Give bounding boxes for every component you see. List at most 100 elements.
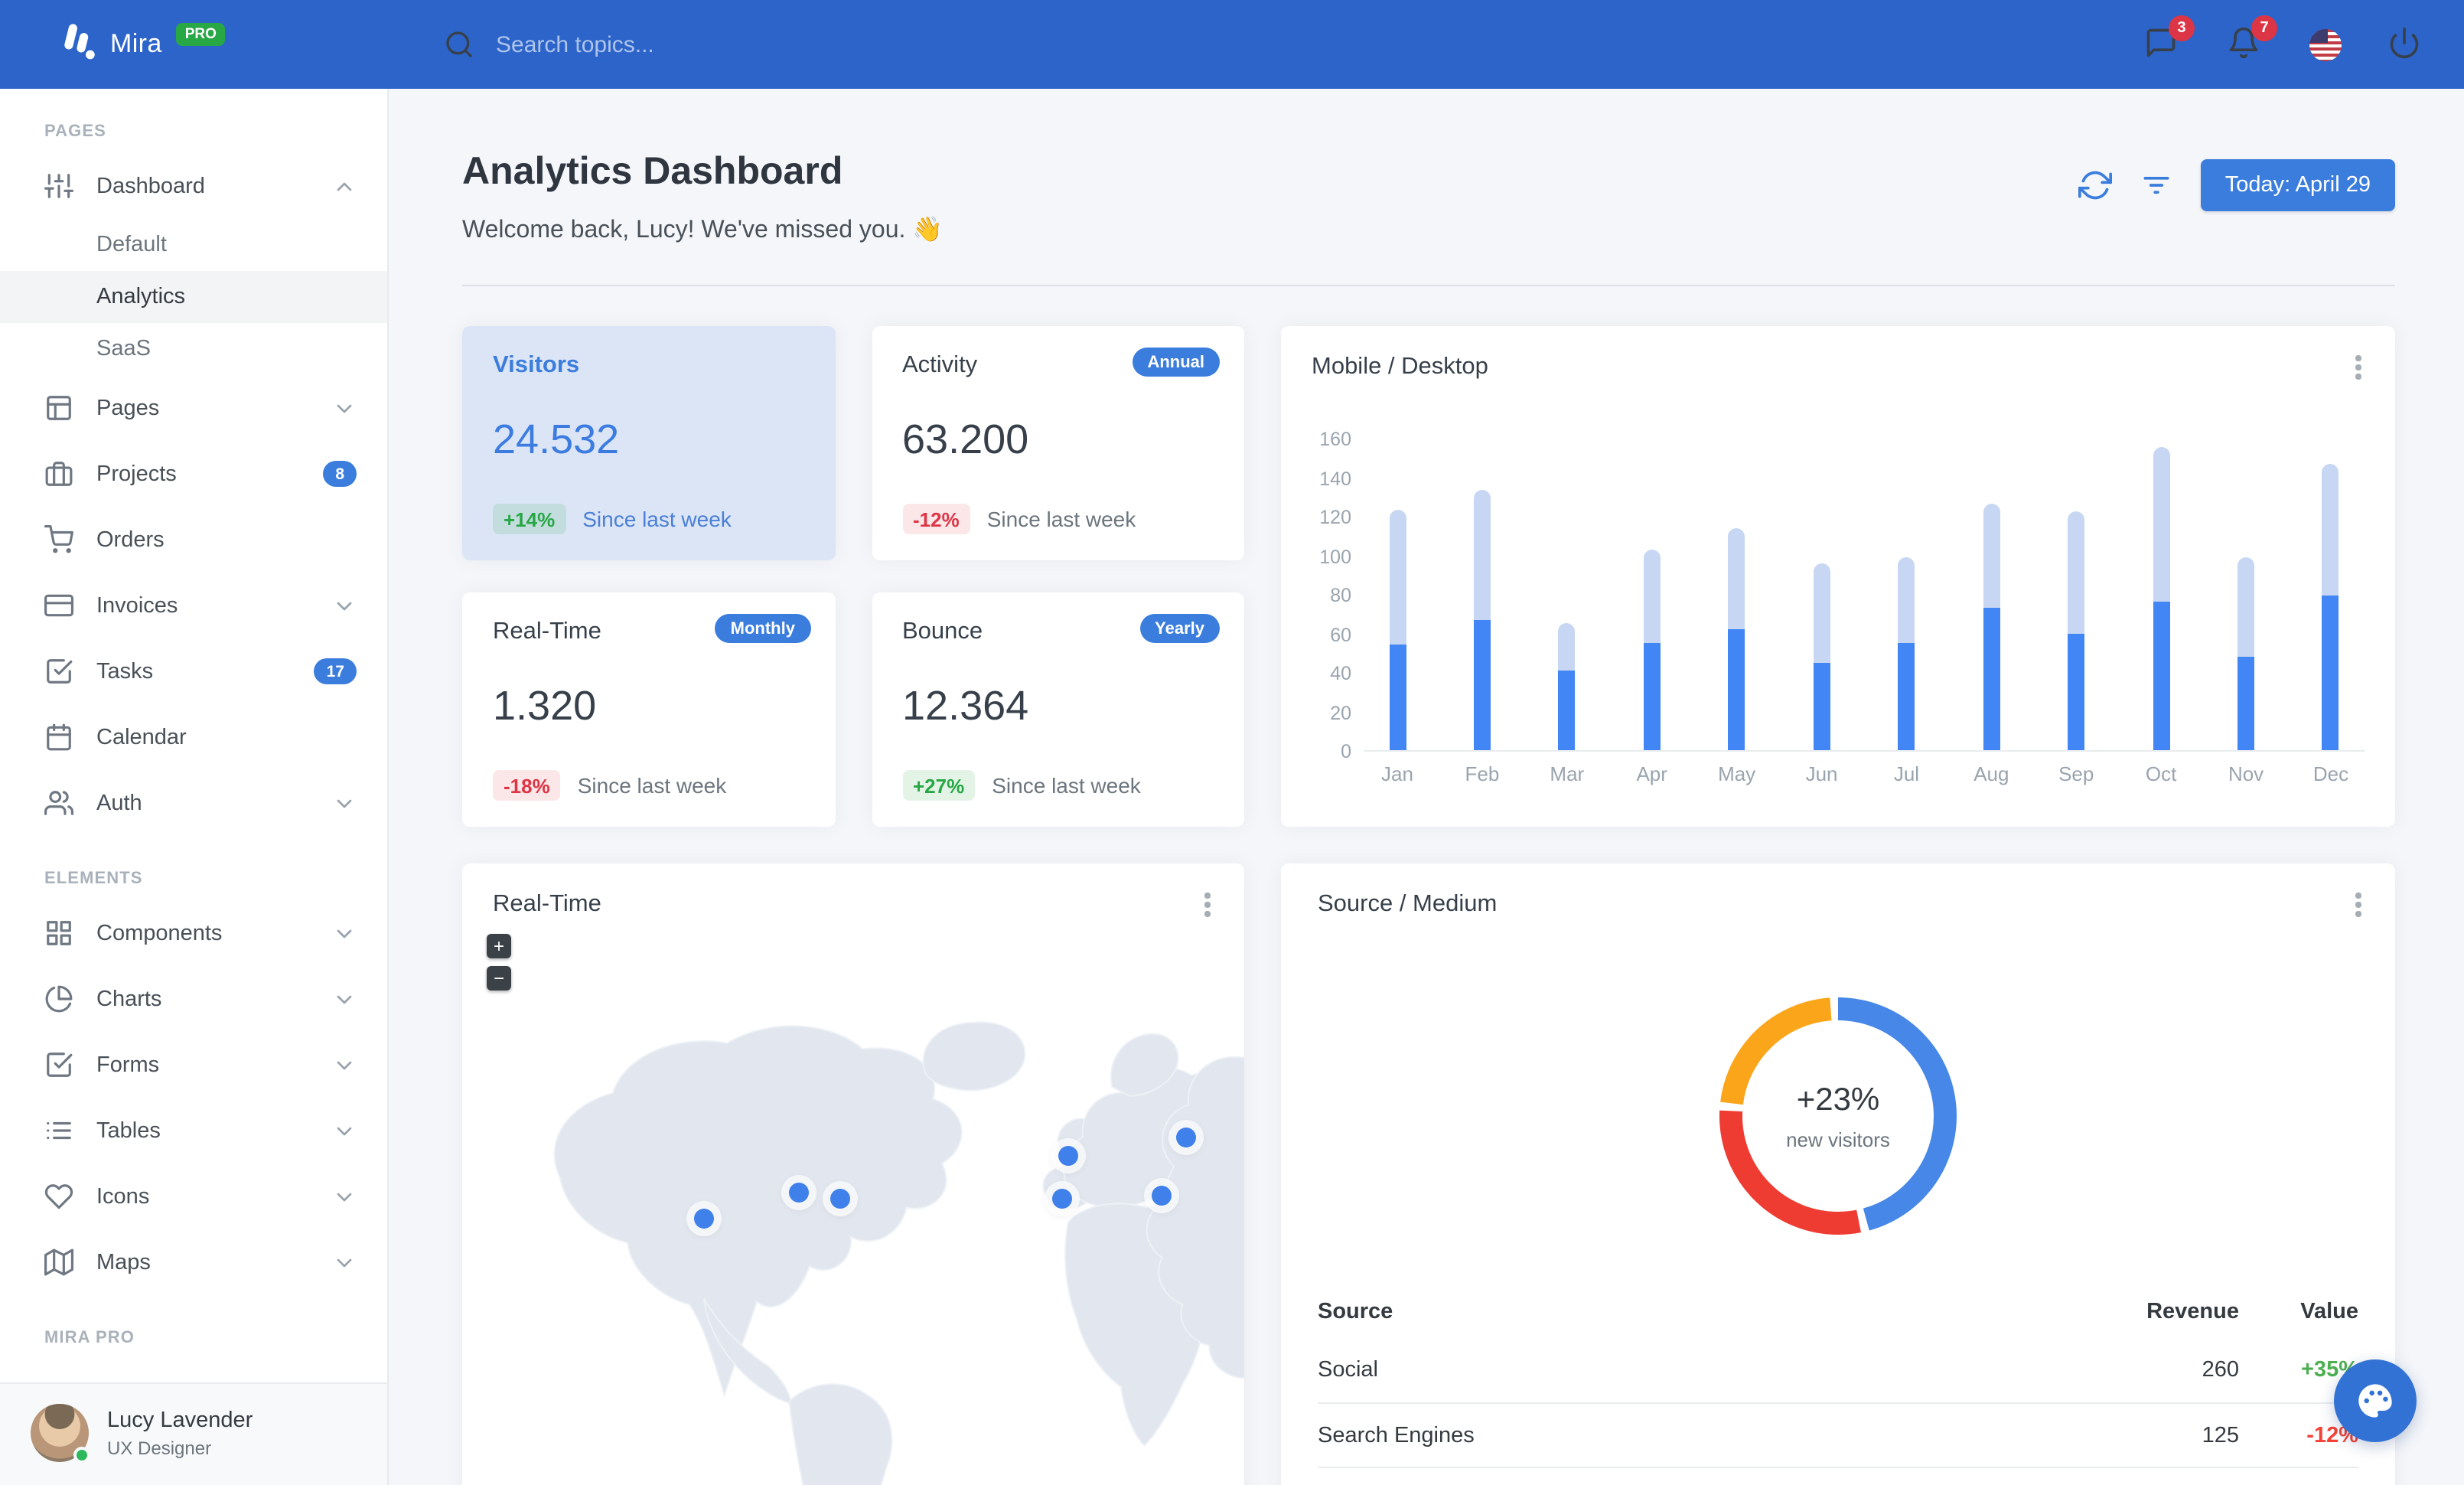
mobile-segment: [2153, 602, 2170, 750]
bar-apr[interactable]: Apr: [1618, 438, 1686, 785]
y-axis-tick: 160: [1319, 429, 1351, 450]
period-badge[interactable]: Yearly: [1139, 614, 1220, 643]
sidebar-item-auth[interactable]: Auth: [0, 770, 387, 836]
chart-title: Mobile / Desktop: [1312, 354, 1488, 380]
avatar: [31, 1404, 90, 1464]
new-visitors-percent: +23%: [1796, 1082, 1880, 1117]
table-row[interactable]: Social 260 +35%: [1318, 1338, 2358, 1402]
sidebar-item-tasks[interactable]: Tasks 17: [0, 638, 387, 704]
desktop-segment: [2153, 447, 2170, 602]
sidebar-subitem-default[interactable]: Default: [0, 219, 387, 271]
theme-settings-fab[interactable]: [2334, 1359, 2417, 1442]
table-row[interactable]: Search Engines 125 -12%: [1318, 1402, 2358, 1467]
desktop-segment: [1983, 504, 2000, 608]
sidebar-item-label: Charts: [96, 987, 162, 1011]
more-options-icon[interactable]: [2343, 351, 2374, 384]
more-options-icon[interactable]: [2343, 888, 2374, 922]
shopping-cart-icon: [44, 525, 73, 554]
bar-nov[interactable]: Nov: [2212, 438, 2280, 785]
sidebar-item-label: Projects: [96, 462, 177, 486]
chevron-down-icon: [332, 987, 357, 1011]
x-axis-label: Jul: [1893, 762, 1920, 785]
language-flag-us[interactable]: [2309, 28, 2342, 60]
bar-mar[interactable]: Mar: [1533, 438, 1601, 785]
zoom-in-button[interactable]: +: [487, 934, 511, 958]
user-role: UX Designer: [107, 1437, 212, 1458]
filter-icon: [2143, 177, 2169, 194]
sidebar-item-maps[interactable]: Maps: [0, 1229, 387, 1295]
sidebar-user[interactable]: Lucy Lavender UX Designer: [0, 1382, 387, 1485]
map-marker[interactable]: [1152, 1186, 1172, 1206]
bar-sep[interactable]: Sep: [2042, 438, 2110, 785]
navbar-search[interactable]: [444, 29, 860, 60]
map-marker[interactable]: [1175, 1127, 1196, 1147]
brand[interactable]: Mira PRO: [0, 20, 389, 69]
bar-oct[interactable]: Oct: [2127, 438, 2195, 785]
bar-jul[interactable]: Jul: [1872, 438, 1940, 785]
messages-button[interactable]: 3: [2144, 15, 2195, 63]
desktop-segment: [1728, 527, 1745, 629]
date-range-button[interactable]: Today: April 29: [2200, 159, 2395, 211]
map-marker[interactable]: [789, 1183, 810, 1203]
map-marker[interactable]: [830, 1189, 851, 1209]
mobile-segment: [1983, 607, 2000, 750]
sidebar-item-tables[interactable]: Tables: [0, 1098, 387, 1164]
sidebar-item-components[interactable]: Components: [0, 900, 387, 966]
sidebar-subitem-analytics[interactable]: Analytics: [0, 271, 387, 323]
map-marker[interactable]: [1058, 1146, 1078, 1167]
y-axis-tick: 20: [1330, 702, 1351, 723]
table-row[interactable]: Direct 164 +46%: [1318, 1467, 2358, 1485]
y-axis-tick: 60: [1330, 624, 1351, 645]
filter-button[interactable]: [2140, 168, 2173, 202]
header-actions: Today: April 29: [2078, 159, 2395, 211]
bar-dec[interactable]: Dec: [2297, 438, 2365, 785]
mobile-desktop-chart-card: Mobile / Desktop 0 20 40 60 80 100 120 140 160 J…: [1281, 326, 2395, 827]
sidebar-item-projects[interactable]: Projects 8: [0, 441, 387, 507]
sidebar-item-label: Tasks: [96, 659, 154, 684]
mobile-segment: [1728, 628, 1745, 750]
pie-chart-icon: [44, 984, 73, 1013]
bar-aug[interactable]: Aug: [1957, 438, 2025, 785]
search-input[interactable]: [493, 30, 860, 59]
list-icon: [44, 1116, 73, 1145]
map-marker[interactable]: [1052, 1189, 1073, 1209]
sidebar-item-icons[interactable]: Icons: [0, 1164, 387, 1229]
sidebar-item-dashboard[interactable]: Dashboard: [0, 153, 387, 219]
sidebar-item-calendar[interactable]: Calendar: [0, 704, 387, 770]
sidebar-item-invoices[interactable]: Invoices: [0, 573, 387, 638]
sidebar-subitem-saas[interactable]: SaaS: [0, 323, 387, 375]
bar-jan[interactable]: Jan: [1364, 438, 1431, 785]
sidebar-item-orders[interactable]: Orders: [0, 507, 387, 573]
desktop-segment: [2068, 511, 2085, 633]
sidebar-item-pages[interactable]: Pages: [0, 375, 387, 441]
y-axis-tick: 80: [1330, 585, 1351, 606]
period-badge[interactable]: Monthly: [715, 614, 810, 643]
refresh-button[interactable]: [2078, 168, 2112, 202]
chevron-down-icon: [332, 593, 357, 618]
period-badge[interactable]: Annual: [1132, 348, 1220, 377]
sidebar-item-label: Tables: [96, 1118, 161, 1143]
stat-value: 24.532: [493, 416, 620, 462]
bar-jun[interactable]: Jun: [1788, 438, 1856, 785]
desktop-segment: [1643, 549, 1661, 643]
sidebar-item-forms[interactable]: Forms: [0, 1032, 387, 1098]
header-divider: [462, 285, 2395, 286]
mobile-segment: [1558, 670, 1576, 750]
zoom-out-button[interactable]: −: [487, 966, 511, 991]
sign-out-button[interactable]: [2387, 26, 2424, 63]
sidebar-item-label: Calendar: [96, 725, 187, 749]
x-axis-label: Sep: [2058, 762, 2094, 785]
notifications-button[interactable]: 7: [2227, 15, 2277, 63]
bar-feb[interactable]: Feb: [1449, 438, 1516, 785]
top-navbar: Mira PRO 3 7: [0, 0, 2464, 89]
sliders-icon: [44, 171, 73, 201]
search-icon: [446, 31, 472, 57]
world-map[interactable]: [484, 946, 1244, 1485]
chevron-down-icon: [332, 1118, 357, 1143]
bar-may[interactable]: May: [1703, 438, 1771, 785]
map-marker[interactable]: [693, 1208, 714, 1228]
more-options-icon[interactable]: [1192, 888, 1223, 922]
stacked-bar-chart: 0 20 40 60 80 100 120 140 160 Jan Feb Mar Apr May Jun…: [1312, 429, 2365, 785]
sidebar-item-charts[interactable]: Charts: [0, 966, 387, 1032]
stat-value: 63.200: [902, 416, 1029, 462]
